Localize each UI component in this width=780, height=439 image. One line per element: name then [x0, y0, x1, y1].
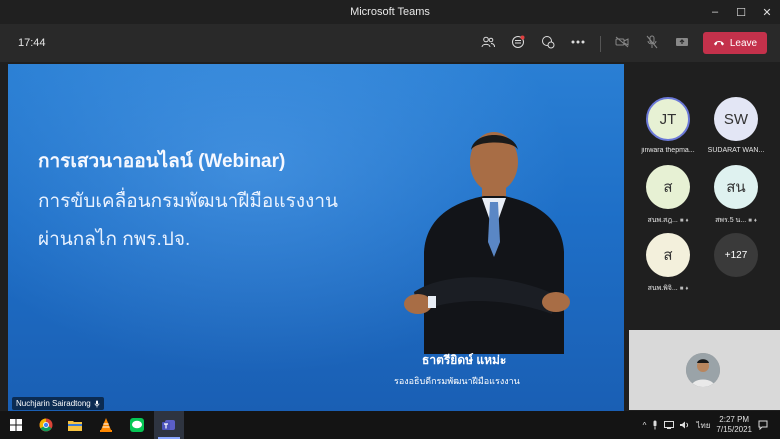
mic-button[interactable]	[642, 32, 662, 52]
camera-off-icon: ■	[679, 217, 684, 224]
line-app-icon	[130, 418, 144, 432]
participant-tile[interactable]: ส สนพ.สฎ... ■ ♦	[633, 165, 703, 226]
slide-subtitle-line1: การขับเคลื่อนกรมพัฒนาฝีมือแรงงาน	[38, 191, 338, 212]
camera-off-icon: ■	[748, 217, 752, 224]
avatar: SW	[714, 97, 758, 141]
participant-tile[interactable]: สน สพร.5 น... ■ ♦	[701, 165, 771, 226]
vlc-cone-icon	[100, 418, 112, 432]
speaker-photo	[404, 132, 570, 354]
participant-name-text: สนพ.พิจิ...	[647, 285, 678, 292]
participant-name-text: สพร.5 น...	[715, 217, 747, 224]
window-title: Microsoft Teams	[350, 6, 430, 18]
more-actions-button[interactable]	[568, 32, 588, 52]
show-hidden-icons-button[interactable]: ^	[643, 421, 647, 430]
volume-icon	[680, 421, 689, 429]
input-language[interactable]: ไทย	[696, 419, 710, 432]
shared-content-stage[interactable]: การเสวนาออนไลน์ (Webinar) การขับเคลื่อนก…	[8, 64, 624, 411]
camera-off-icon: ■	[679, 285, 684, 292]
self-photo	[686, 353, 720, 387]
microphone-icon	[653, 420, 657, 430]
overflow-count: +127	[714, 233, 758, 277]
chat-button[interactable]	[508, 32, 528, 52]
windows-start-button[interactable]	[5, 415, 27, 435]
title-bar: Microsoft Teams – ☐ ✕	[0, 0, 780, 24]
network-icon	[664, 421, 675, 429]
mic-off-icon: ♦	[753, 217, 757, 224]
mic-off-icon	[646, 35, 658, 49]
leave-label: Leave	[729, 37, 758, 49]
clock-time: 2:27 PM	[719, 415, 750, 424]
participant-name: สนพ.สฎ... ■ ♦	[633, 215, 703, 226]
reactions-button[interactable]	[538, 32, 558, 52]
self-avatar	[686, 353, 720, 387]
more-icon	[571, 40, 585, 44]
chat-icon	[512, 35, 525, 48]
window-controls: – ☐ ✕	[702, 0, 780, 24]
chrome-taskbar-button[interactable]	[35, 415, 57, 435]
leave-button[interactable]: Leave	[703, 32, 767, 54]
vlc-taskbar-button[interactable]	[95, 415, 117, 435]
clock-date: 7/15/2021	[716, 425, 752, 434]
slide-subtitle-line2: ผ่านกลไก กพร.ปจ.	[38, 229, 191, 250]
toolbar-divider	[600, 36, 601, 52]
participant-name: jinwara thepma...	[633, 147, 703, 154]
teams-taskbar-button[interactable]	[154, 411, 184, 439]
participant-name: SUDARAT WAN...	[701, 147, 771, 154]
notifications-icon[interactable]	[758, 420, 768, 430]
camera-off-icon	[615, 36, 629, 48]
media-controls	[612, 32, 692, 52]
line-taskbar-button[interactable]	[126, 415, 148, 435]
maximize-button[interactable]: ☐	[728, 0, 754, 24]
chrome-icon	[39, 418, 53, 432]
participants-button[interactable]	[478, 32, 498, 52]
share-icon	[676, 38, 688, 46]
share-button[interactable]	[672, 32, 692, 52]
participant-tile[interactable]: ส สนพ.พิจิ... ■ ♦	[633, 233, 703, 294]
speaker-name: ธาตรียิดษ์ แหม่ะ	[422, 353, 507, 367]
reactions-icon	[542, 36, 555, 49]
participant-name-text: SUDARAT WAN...	[707, 147, 765, 154]
file-explorer-taskbar-button[interactable]	[64, 415, 86, 435]
avatar: ส	[646, 233, 690, 277]
participant-tile[interactable]: SW SUDARAT WAN...	[701, 97, 771, 154]
avatar: JT	[646, 97, 690, 141]
more-participants-tile[interactable]: +127	[701, 233, 771, 277]
speaker-title: รองอธิบดีกรมพัฒนาฝีมือแรงงาน	[394, 376, 520, 386]
participant-name-text: สนพ.สฎ...	[647, 217, 678, 224]
participant-name: สนพ.พิจิ... ■ ♦	[633, 283, 703, 294]
participant-name-text: jinwara thepma...	[641, 147, 695, 154]
meeting-toolbar: 17:44 Leave	[0, 24, 780, 62]
mic-icon	[94, 400, 100, 407]
minimize-button[interactable]: –	[702, 0, 728, 24]
slide-title: การเสวนาออนไลน์ (Webinar)	[38, 151, 286, 172]
presenter-name: Nuchjarin Sairadtong	[16, 399, 91, 408]
meeting-timer: 17:44	[18, 37, 46, 49]
avatar: สน	[714, 165, 758, 209]
people-icon	[481, 36, 495, 48]
avatar: ส	[646, 165, 690, 209]
system-tray: ^ ไทย 2:27 PM 7/15/2021	[643, 415, 768, 435]
mic-off-icon: ♦	[685, 285, 689, 292]
teams-icon	[162, 420, 175, 430]
windows-taskbar: ^ ไทย 2:27 PM 7/15/2021	[0, 411, 780, 439]
mic-off-icon: ♦	[685, 217, 689, 224]
phone-hangup-icon	[713, 41, 724, 46]
taskbar-clock[interactable]: 2:27 PM 7/15/2021	[716, 415, 752, 435]
windows-logo-icon	[10, 419, 22, 431]
camera-button[interactable]	[612, 32, 632, 52]
meeting-controls	[478, 32, 588, 52]
close-window-button[interactable]: ✕	[754, 0, 780, 24]
presenter-label: Nuchjarin Sairadtong	[12, 397, 104, 410]
folder-icon	[68, 421, 82, 431]
participant-name: สพร.5 น... ■ ♦	[701, 215, 771, 226]
participant-tile[interactable]: JT jinwara thepma...	[633, 97, 703, 154]
